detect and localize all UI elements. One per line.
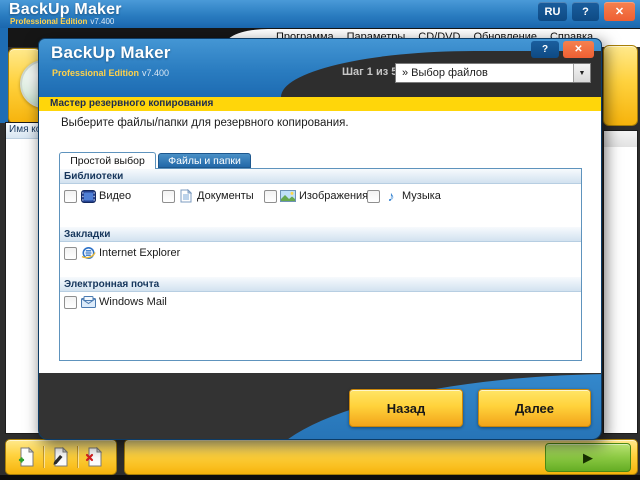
run-backup-button[interactable]: ▶ bbox=[545, 443, 631, 472]
step-label: Шаг 1 из 5: bbox=[342, 66, 401, 78]
document-delete-icon bbox=[83, 446, 105, 468]
version-label: v7.400 bbox=[90, 17, 114, 26]
document-edit-icon bbox=[49, 446, 71, 468]
instruction-text: Выберите файлы/папки для резервного копи… bbox=[61, 117, 349, 129]
dialog-app-logo: BackUp Maker bbox=[51, 43, 171, 63]
main-titlebar: BackUp Maker Professional Editionv7.400 … bbox=[0, 0, 640, 28]
right-panel-header bbox=[604, 131, 637, 147]
edit-job-button[interactable] bbox=[46, 444, 74, 470]
video-label: Видео bbox=[99, 190, 131, 202]
documents-icon bbox=[178, 189, 194, 203]
tab-files-and-folders[interactable]: Файлы и папки bbox=[158, 153, 251, 168]
music-label: Музыка bbox=[402, 190, 441, 202]
dialog-close-button[interactable]: ✕ bbox=[563, 41, 594, 58]
jobs-column-header: Имя ко bbox=[6, 123, 39, 139]
delete-job-button[interactable] bbox=[80, 444, 108, 470]
section-libraries: Библиотеки bbox=[60, 169, 581, 184]
next-button[interactable]: Далее bbox=[478, 389, 591, 427]
tab-simple-selection[interactable]: Простой выбор bbox=[59, 152, 156, 169]
dialog-titlebar: BackUp Maker Professional Editionv7.400 … bbox=[39, 39, 601, 97]
checkbox-row-windows-mail[interactable]: Windows Mail bbox=[64, 293, 167, 311]
dialog-edition-label: Professional Edition bbox=[52, 68, 139, 78]
right-big-button[interactable] bbox=[603, 45, 638, 126]
backup-jobs-list[interactable]: Имя ко bbox=[5, 122, 40, 434]
document-add-icon bbox=[15, 446, 37, 468]
video-icon bbox=[80, 189, 96, 203]
wizard-footer: Назад Далее bbox=[39, 373, 601, 440]
windows-mail-label: Windows Mail bbox=[99, 296, 167, 308]
video-checkbox[interactable] bbox=[64, 190, 77, 203]
edition-label: Professional Edition bbox=[10, 17, 87, 26]
internet-explorer-icon bbox=[80, 246, 96, 260]
internet-explorer-label: Internet Explorer bbox=[99, 247, 180, 259]
toolbar-separator bbox=[43, 446, 44, 468]
toolbar-separator bbox=[77, 446, 78, 468]
pictures-label: Изображения bbox=[299, 190, 368, 202]
music-icon: ♪ bbox=[383, 189, 399, 203]
right-side-panel[interactable] bbox=[603, 130, 638, 434]
window-bottom-edge bbox=[0, 475, 640, 480]
app-edition: Professional Editionv7.400 bbox=[10, 17, 114, 26]
language-button[interactable]: RU bbox=[538, 2, 567, 21]
checkbox-row-music[interactable]: ♪ Музыка bbox=[367, 187, 441, 205]
documents-checkbox[interactable] bbox=[162, 190, 175, 203]
backup-maker-app: BackUp Maker Professional Editionv7.400 … bbox=[0, 0, 640, 480]
play-icon: ▶ bbox=[583, 450, 593, 466]
step-dropdown-value: » Выбор файлов bbox=[396, 67, 573, 79]
music-checkbox[interactable] bbox=[367, 190, 380, 203]
backup-wizard-dialog: BackUp Maker Professional Editionv7.400 … bbox=[38, 38, 602, 440]
dialog-app-edition: Professional Editionv7.400 bbox=[52, 68, 169, 78]
windows-mail-checkbox[interactable] bbox=[64, 296, 77, 309]
wizard-title-bar: Мастер резервного копирования bbox=[39, 97, 601, 111]
pictures-checkbox[interactable] bbox=[264, 190, 277, 203]
checkbox-row-pictures[interactable]: Изображения bbox=[264, 187, 368, 205]
jobs-toolbar bbox=[5, 439, 117, 475]
pictures-icon bbox=[280, 189, 296, 203]
documents-label: Документы bbox=[197, 190, 254, 202]
add-job-button[interactable] bbox=[12, 444, 40, 470]
chevron-down-icon: ▼ bbox=[573, 64, 590, 82]
checkbox-row-internet-explorer[interactable]: Internet Explorer bbox=[64, 244, 180, 262]
dialog-version-label: v7.400 bbox=[142, 68, 169, 78]
checkbox-row-documents[interactable]: Документы bbox=[162, 187, 254, 205]
close-button[interactable]: ✕ bbox=[604, 2, 635, 21]
selection-box: Библиотеки Видео bbox=[59, 168, 582, 361]
run-toolbar: ▶ bbox=[124, 439, 638, 475]
dialog-help-button[interactable]: ? bbox=[531, 41, 559, 58]
back-button[interactable]: Назад bbox=[349, 389, 463, 427]
wizard-content: Выберите файлы/папки для резервного копи… bbox=[39, 111, 601, 373]
section-bookmarks: Закладки bbox=[60, 227, 581, 242]
checkbox-row-video[interactable]: Видео bbox=[64, 187, 131, 205]
new-backup-big-button[interactable] bbox=[8, 48, 41, 124]
windows-mail-icon bbox=[80, 295, 96, 309]
help-button[interactable]: ? bbox=[572, 2, 599, 21]
left-blue-edge bbox=[0, 28, 8, 123]
section-email: Электронная почта bbox=[60, 277, 581, 292]
step-dropdown[interactable]: » Выбор файлов ▼ bbox=[395, 63, 591, 83]
internet-explorer-checkbox[interactable] bbox=[64, 247, 77, 260]
